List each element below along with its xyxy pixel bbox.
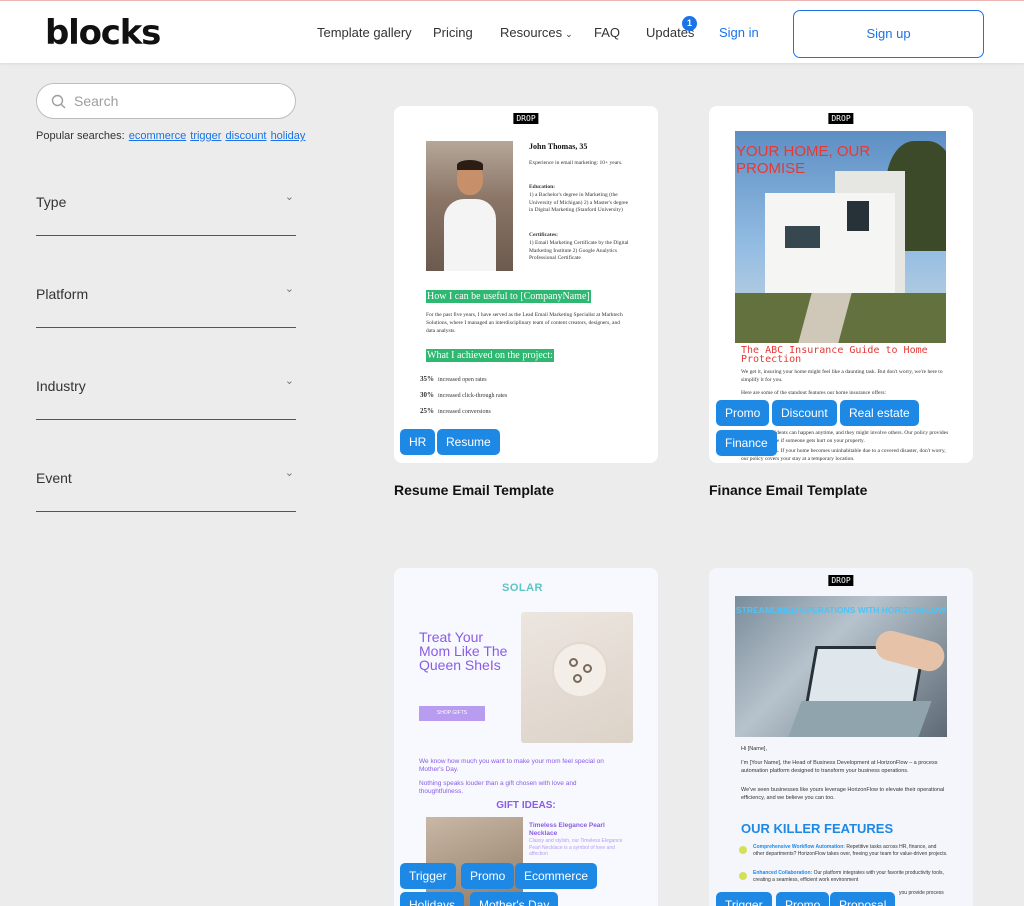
card-title-resume[interactable]: Resume Email Template	[394, 482, 554, 498]
tag-trigger[interactable]: Trigger	[716, 892, 772, 906]
tag-promo[interactable]: Promo	[776, 892, 830, 906]
nav-pricing[interactable]: Pricing	[433, 25, 473, 40]
chevron-down-icon: ⌄	[284, 375, 294, 387]
nav-resources-label: Resources	[500, 25, 563, 40]
tag-ecommerce[interactable]: Ecommerce	[515, 863, 598, 889]
chevron-down-icon: ⌄	[284, 283, 294, 295]
filter-platform[interactable]: Platform ⌄	[36, 280, 296, 328]
search-input[interactable]: Search	[36, 83, 296, 119]
resume-certificates: 1) Email Marketing Certificate by the Di…	[529, 240, 629, 261]
filter-event[interactable]: Event ⌄	[36, 464, 296, 512]
laptop-image: STREAMLINED OPERATIONS WITH HORIZONFLOW	[735, 596, 947, 737]
solar-text: Nothing speaks louder than a gift chosen…	[419, 780, 577, 795]
search-icon	[51, 94, 66, 109]
resume-heading-useful: How I can be useful to [CompanyName]	[426, 290, 591, 303]
profile-photo	[426, 141, 513, 271]
resume-education: 1) a Bachelor's degree in Marketing (the…	[529, 192, 629, 213]
blocks-logo[interactable]: blocks	[45, 13, 161, 53]
sign-in-link[interactable]: Sign in	[719, 25, 759, 40]
tag-resume[interactable]: Resume	[437, 429, 500, 455]
jewelry-image	[521, 612, 633, 743]
filter-platform-label: Platform	[36, 286, 89, 302]
resume-stat: 30% increased click-through rates	[420, 391, 508, 399]
chevron-down-icon: ⌄	[284, 191, 294, 203]
insurance-guide-title: The ABC Insurance Guide to Home Protecti…	[741, 345, 928, 365]
finance-paragraph: Here are some of the standout features o…	[741, 390, 886, 396]
drop-label: DROP	[513, 113, 539, 124]
tag-promo[interactable]: Promo	[461, 863, 515, 889]
resume-stat: 25% increased conversions	[420, 407, 491, 415]
filter-event-label: Event	[36, 470, 72, 486]
tag-promo[interactable]: Promo	[716, 400, 770, 426]
solar-text: We know how much you want to make your m…	[419, 758, 604, 773]
feature-item: you provide process	[899, 890, 944, 896]
resume-paragraph: For the past five years, I have served a…	[426, 312, 623, 334]
finance-paragraph: We get it, insuring your home might feel…	[741, 369, 943, 383]
template-card-mothers-day[interactable]: SOLAR Treat Your Mom Like The Queen SheI…	[394, 568, 658, 906]
chevron-down-icon: ⌄	[565, 29, 573, 39]
greeting: Hi [Name],	[741, 746, 767, 752]
tag-hr[interactable]: HR	[400, 429, 436, 455]
gift-ideas-heading: GIFT IDEAS:	[496, 800, 556, 811]
tag-real-estate[interactable]: Real estate	[840, 400, 919, 426]
nav-template-gallery[interactable]: Template gallery	[317, 25, 412, 40]
nav-faq[interactable]: FAQ	[594, 25, 620, 40]
sign-up-button[interactable]: Sign up	[793, 10, 984, 58]
tag-mothers-day[interactable]: Mother's Day	[470, 892, 559, 906]
tag-finance[interactable]: Finance	[716, 430, 777, 456]
resume-heading-achieved: What I achieved on the project:	[426, 349, 554, 362]
gift-description: Classy and stylish, our Timeless Eleganc…	[529, 838, 623, 857]
tag-proposal[interactable]: Proposal	[830, 892, 896, 906]
popular-searches: Popular searches: ecommerce trigger disc…	[36, 130, 305, 142]
chevron-down-icon: ⌄	[284, 467, 294, 479]
updates-badge: 1	[682, 16, 697, 31]
popular-trigger-link[interactable]: trigger	[190, 130, 221, 142]
solar-logo: SOLAR	[502, 582, 543, 594]
drop-label: DROP	[828, 113, 854, 124]
popular-discount-link[interactable]: discount	[226, 130, 267, 142]
nav-resources[interactable]: Resources ⌄	[500, 25, 573, 40]
drop-label: DROP	[828, 575, 854, 586]
resume-education-label: Education:	[529, 184, 555, 190]
hero-title: STREAMLINED OPERATIONS WITH HORIZONFLOW	[736, 605, 946, 615]
resume-experience: Experience in email marketing: 10+ years…	[529, 160, 623, 166]
feature-item: Enhanced Collaboration: Our platform int…	[753, 870, 944, 883]
features-heading: OUR KILLER FEATURES	[741, 821, 894, 836]
filter-type[interactable]: Type ⌄	[36, 188, 296, 236]
bullet-icon	[739, 872, 747, 880]
proposal-paragraph: We've seen businesses like yours leverag…	[741, 787, 945, 801]
house-image: YOUR HOME, OUR PROMISE	[735, 131, 946, 343]
resume-certificates-label: Certificates:	[529, 232, 559, 238]
tag-trigger[interactable]: Trigger	[400, 863, 456, 889]
popular-holiday-link[interactable]: holiday	[271, 130, 306, 142]
tag-discount[interactable]: Discount	[772, 400, 837, 426]
bullet-icon	[739, 846, 747, 854]
proposal-paragraph: I'm [Your Name], the Head of Business De…	[741, 760, 938, 774]
search-placeholder: Search	[74, 93, 119, 109]
filter-industry[interactable]: Industry ⌄	[36, 372, 296, 420]
gift-title: Timeless Elegance Pearl Necklace	[529, 822, 605, 837]
card-title-finance[interactable]: Finance Email Template	[709, 482, 867, 498]
top-navbar: blocks Template gallery Pricing Resource…	[0, 0, 1024, 63]
popular-searches-label: Popular searches:	[36, 130, 125, 142]
shop-gifts-button: SHOP GIFTS	[419, 706, 485, 721]
filter-industry-label: Industry	[36, 378, 86, 394]
popular-ecommerce-link[interactable]: ecommerce	[129, 130, 186, 142]
feature-item: Comprehensive Workflow Automation: Repet…	[753, 844, 948, 857]
tag-holidays[interactable]: Holidays	[400, 892, 465, 906]
filter-type-label: Type	[36, 194, 67, 210]
resume-stat: 35% increased open rates	[420, 375, 487, 383]
template-card-proposal[interactable]: DROP STREAMLINED OPERATIONS WITH HORIZON…	[709, 568, 973, 906]
template-card-resume[interactable]: DROP John Thomas, 35 Experience in email…	[394, 106, 658, 463]
resume-name: John Thomas, 35	[529, 142, 588, 151]
solar-headline: Treat Your Mom Like The Queen SheIs	[419, 629, 508, 673]
hero-title: YOUR HOME, OUR PROMISE	[736, 143, 871, 177]
